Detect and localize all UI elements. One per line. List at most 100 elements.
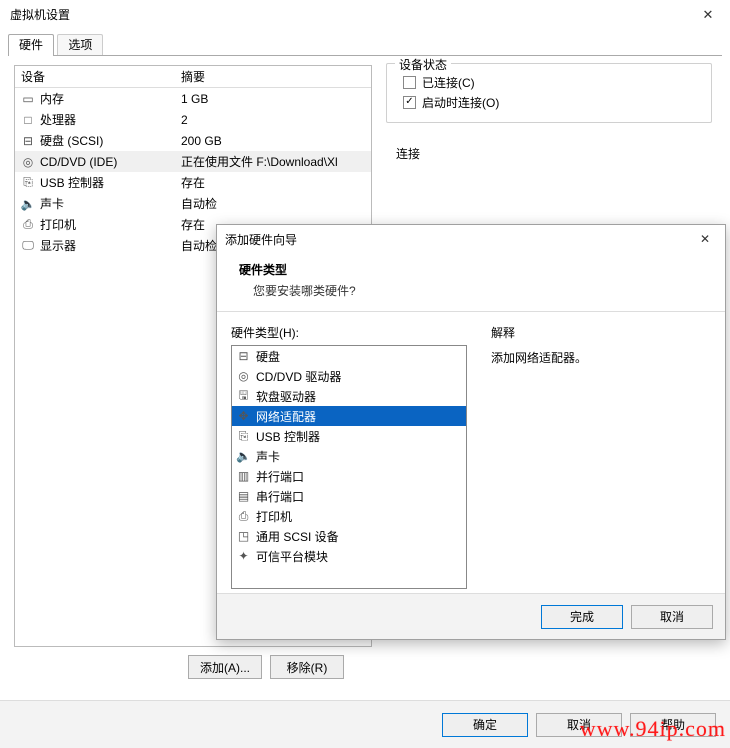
hardware-type-item[interactable]: ⎘USB 控制器: [232, 426, 466, 446]
sound-icon: 🔈: [236, 449, 251, 463]
ok-button[interactable]: 确定: [442, 713, 528, 737]
wizard-cancel-button[interactable]: 取消: [631, 605, 713, 629]
device-status-group: 设备状态 已连接(C) ✓ 启动时连接(O): [386, 63, 712, 123]
disk-icon: ⊟: [21, 134, 35, 148]
hardware-type-item[interactable]: ⎙打印机: [232, 506, 466, 526]
hardware-type-label: 串行端口: [256, 488, 304, 505]
hardware-type-item[interactable]: ✥ 网络适配器: [232, 406, 466, 426]
device-name-label: 内存: [40, 90, 64, 107]
add-hardware-wizard: 添加硬件向导 ✕ 硬件类型 您要安装哪类硬件? 硬件类型(H): ⊟ 硬盘 ◎ CD/…: [216, 224, 726, 640]
device-name-label: 显示器: [40, 237, 76, 254]
add-hardware-button[interactable]: 添加(A)...: [188, 655, 262, 679]
connection-group-title-row: 连接: [386, 145, 712, 162]
device-row[interactable]: ◎CD/DVD (IDE)正在使用文件 F:\Download\Xl: [15, 151, 371, 172]
wizard-body: 硬件类型(H): ⊟ 硬盘 ◎ CD/DVD 驱动器🖫软盘驱动器 ✥ 网络适配器⎘USB …: [217, 312, 725, 602]
display-icon: 🖵: [21, 239, 35, 253]
memory-icon: ▭: [21, 92, 35, 106]
device-name-cell: 🖵 显示器: [21, 237, 181, 254]
device-name-cell: ⊟ 硬盘 (SCSI): [21, 132, 181, 149]
device-summary-cell: 1 GB: [181, 92, 365, 106]
hardware-type-label: 通用 SCSI 设备: [256, 528, 339, 545]
hardware-type-label: 声卡: [256, 448, 280, 465]
wizard-subheading: 您要安装哪类硬件?: [239, 282, 725, 299]
wizard-close-button[interactable]: ✕: [693, 232, 717, 246]
wizard-footer: 完成 取消: [217, 593, 725, 639]
connect-on-power-label: 启动时连接(O): [422, 94, 499, 111]
hardware-type-label: 硬件类型(H):: [231, 324, 481, 341]
cpu-icon: □: [21, 113, 35, 127]
usb-icon: ⎘: [21, 176, 35, 190]
cd-icon: ◎: [236, 369, 251, 383]
wizard-title-text: 添加硬件向导: [225, 231, 297, 248]
hardware-type-item[interactable]: ◎ CD/DVD 驱动器: [232, 366, 466, 386]
device-summary-cell: 200 GB: [181, 134, 365, 148]
hardware-type-item[interactable]: 🔈 声卡: [232, 446, 466, 466]
hardware-type-item[interactable]: ⊟ 硬盘: [232, 346, 466, 366]
hardware-type-label: 网络适配器: [256, 408, 316, 425]
remove-hardware-button[interactable]: 移除(R): [270, 655, 344, 679]
device-summary-cell: 2: [181, 113, 365, 127]
hardware-type-label: 打印机: [256, 508, 292, 525]
hardware-type-label: CD/DVD 驱动器: [256, 368, 341, 385]
device-status-title: 设备状态: [395, 56, 451, 73]
printer-icon: ⎙: [21, 218, 35, 232]
device-name-cell: 🔈 声卡: [21, 195, 181, 212]
device-name-cell: ⎙ 打印机: [21, 216, 181, 233]
device-name-cell: □ 处理器: [21, 111, 181, 128]
device-name-label: 打印机: [40, 216, 76, 233]
help-button[interactable]: 帮助: [630, 713, 716, 737]
cancel-button[interactable]: 取消: [536, 713, 622, 737]
explain-label: 解释: [491, 324, 711, 341]
tab-underline: [8, 55, 722, 56]
device-name-label: 声卡: [40, 195, 64, 212]
device-row[interactable]: ⎘USB 控制器存在: [15, 172, 371, 193]
hardware-type-label: 可信平台模块: [256, 548, 328, 565]
hardware-type-item[interactable]: 🖫软盘驱动器: [232, 386, 466, 406]
device-name-cell: ▭ 内存: [21, 90, 181, 107]
network-icon: ✥: [236, 409, 251, 423]
device-name-label: 硬盘 (SCSI): [40, 132, 103, 149]
device-row[interactable]: 🔈 声卡 自动检: [15, 193, 371, 214]
wizard-left: 硬件类型(H): ⊟ 硬盘 ◎ CD/DVD 驱动器🖫软盘驱动器 ✥ 网络适配器⎘USB …: [231, 324, 481, 602]
device-row[interactable]: □ 处理器 2: [15, 109, 371, 130]
disk-icon: ⊟: [236, 349, 251, 363]
hardware-type-label: USB 控制器: [256, 428, 320, 445]
parallel-icon: ▥: [236, 469, 251, 483]
tab-options[interactable]: 选项: [57, 34, 103, 56]
hardware-type-label: 并行端口: [256, 468, 304, 485]
titlebar: 虚拟机设置 ✕: [0, 0, 730, 30]
hardware-type-item[interactable]: ▥ 并行端口: [232, 466, 466, 486]
device-summary-cell: 自动检: [181, 195, 365, 212]
content-area: 设备 摘要 ▭内存1 GB□处理器2⊟硬盘 (SCSI)200 GB◎CD/DV…: [0, 57, 730, 677]
hardware-type-item[interactable]: ✦ 可信平台模块: [232, 546, 466, 566]
hardware-type-label: 硬盘: [256, 348, 280, 365]
tab-strip: 硬件 选项: [0, 34, 730, 56]
hardware-type-item[interactable]: ◳通用 SCSI 设备: [232, 526, 466, 546]
header-device: 设备: [21, 68, 181, 85]
wizard-finish-button[interactable]: 完成: [541, 605, 623, 629]
connect-on-power-row[interactable]: ✓ 启动时连接(O): [397, 92, 701, 112]
tpm-icon: ✦: [236, 549, 251, 563]
device-name-label: USB 控制器: [40, 174, 104, 191]
wizard-heading: 硬件类型: [239, 261, 725, 278]
hardware-type-list[interactable]: ⊟ 硬盘 ◎ CD/DVD 驱动器🖫软盘驱动器 ✥ 网络适配器⎘USB 控制器 🔈 声卡 ▥ 并行…: [231, 345, 467, 589]
explain-text: 添加网络适配器。: [491, 349, 711, 366]
device-name-cell: ⎘ USB 控制器: [21, 174, 181, 191]
device-row[interactable]: ▭ 内存 1 GB: [15, 88, 371, 109]
window-close-button[interactable]: ✕: [686, 0, 730, 30]
wizard-right: 解释 添加网络适配器。: [481, 324, 711, 602]
device-summary-cell: 正在使用文件 F:\Download\Xl: [181, 153, 365, 170]
device-row[interactable]: ⊟ 硬盘 (SCSI) 200 GB: [15, 130, 371, 151]
device-name-label: 处理器: [40, 111, 76, 128]
tab-hardware[interactable]: 硬件: [8, 34, 54, 56]
hardware-type-label: 软盘驱动器: [256, 388, 316, 405]
hardware-type-item[interactable]: ▤串行端口: [232, 486, 466, 506]
device-name-cell: ◎CD/DVD (IDE): [21, 155, 181, 169]
cd-icon: ◎: [21, 155, 35, 169]
window-title: 虚拟机设置: [10, 8, 70, 22]
connected-checkbox-row[interactable]: 已连接(C): [397, 72, 701, 92]
checkbox-icon: ✓: [403, 96, 416, 109]
add-remove-bar: 添加(A)... 移除(R): [188, 655, 344, 679]
sound-icon: 🔈: [21, 197, 35, 211]
wizard-titlebar: 添加硬件向导 ✕: [217, 225, 725, 253]
